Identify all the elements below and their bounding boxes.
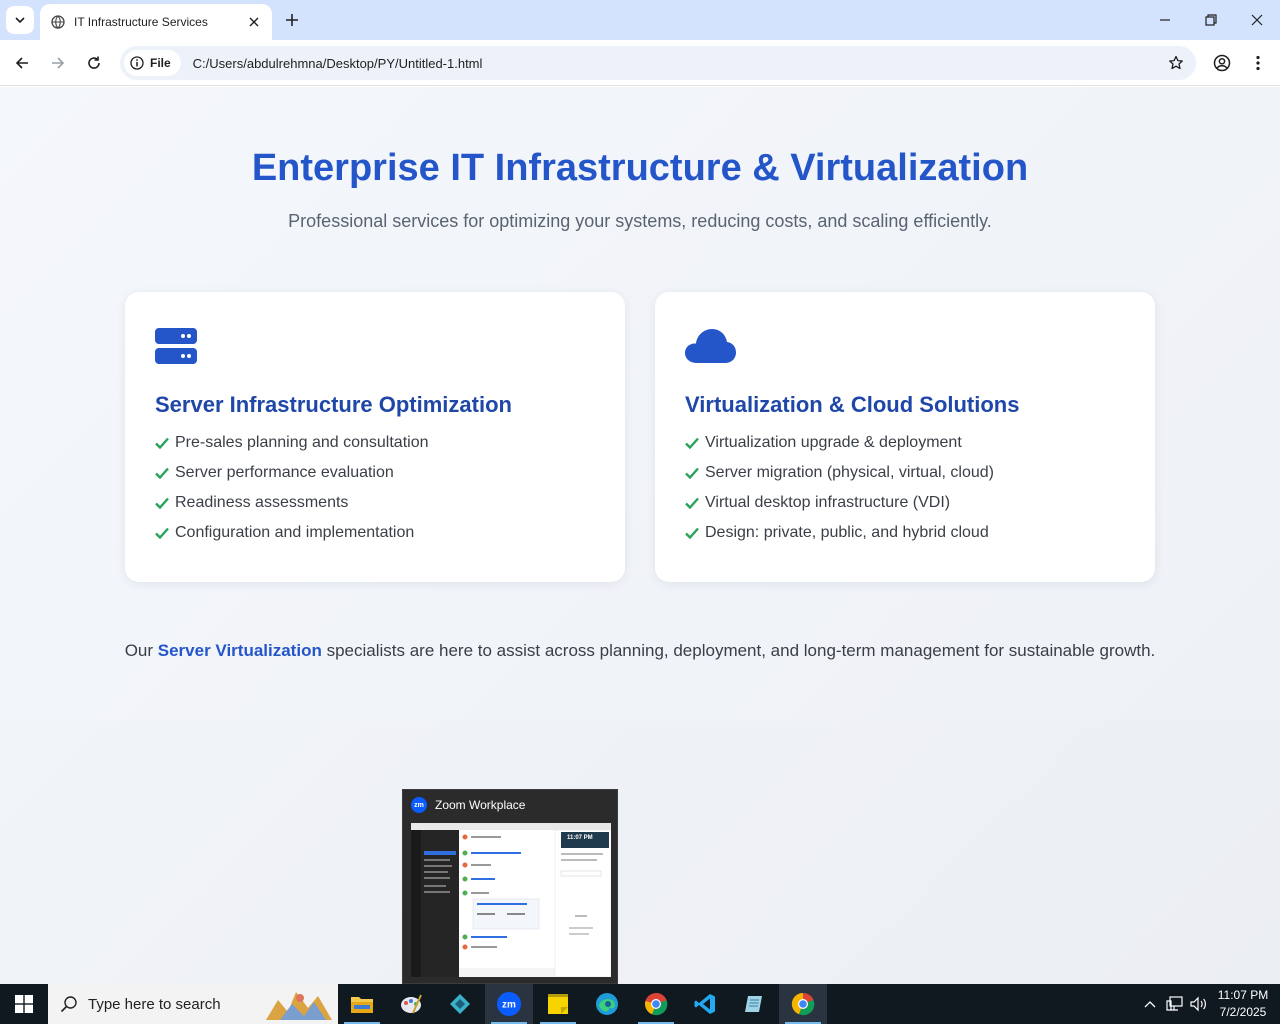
- checkmark-icon: [685, 436, 699, 450]
- feature-text: Virtualization upgrade & deployment: [705, 434, 962, 451]
- new-tab-plus-icon[interactable]: [280, 8, 304, 32]
- paint-app-icon[interactable]: [387, 984, 435, 1024]
- feature-item: Virtual desktop infrastructure (VDI): [685, 488, 1125, 518]
- page-content: Enterprise IT Infrastructure & Virtualiz…: [0, 87, 1280, 721]
- checkmark-icon: [155, 496, 169, 510]
- zoom-window-preview[interactable]: zm Zoom Workplace 11:07 PM: [402, 789, 618, 984]
- cloud-icon: [685, 328, 737, 368]
- search-highlight-illustration-icon: [266, 992, 332, 1020]
- feature-item: Design: private, public, and hybrid clou…: [685, 518, 1125, 548]
- tab-close-icon[interactable]: [246, 14, 262, 30]
- search-placeholder: Type here to search: [88, 995, 221, 1013]
- app-diamond-icon[interactable]: [436, 984, 484, 1024]
- bookmark-star-icon[interactable]: [1166, 53, 1186, 73]
- zoom-logo-icon: zm: [411, 797, 427, 813]
- vscode-icon[interactable]: [681, 984, 729, 1024]
- tab-search-button[interactable]: [6, 6, 34, 34]
- server-icon: [155, 328, 207, 368]
- feature-text: Server migration (physical, virtual, clo…: [705, 464, 994, 481]
- address-bar[interactable]: File C:/Users/abdulrehmna/Desktop/PY/Unt…: [120, 46, 1196, 80]
- back-arrow-icon[interactable]: [8, 49, 36, 77]
- footer-text: Our Server Virtualization specialists ar…: [0, 641, 1280, 661]
- site-chip-label: File: [150, 56, 171, 70]
- chrome-icon[interactable]: [632, 984, 680, 1024]
- feature-item: Server performance evaluation: [155, 458, 595, 488]
- card-server-infrastructure: Server Infrastructure Optimization Pre-s…: [125, 292, 625, 582]
- feature-item: Readiness assessments: [155, 488, 595, 518]
- card-title: Virtualization & Cloud Solutions: [685, 392, 1020, 417]
- feature-item: Configuration and implementation: [155, 518, 595, 548]
- tab-active[interactable]: IT Infrastructure Services: [40, 4, 272, 40]
- globe-icon: [50, 14, 66, 30]
- chrome-active-icon[interactable]: [779, 984, 827, 1024]
- checkmark-icon: [155, 466, 169, 480]
- card-virtualization-cloud: Virtualization & Cloud Solutions Virtual…: [655, 292, 1155, 582]
- minimize-icon[interactable]: [1142, 0, 1188, 40]
- chevron-down-icon: [15, 17, 25, 24]
- card-title: Server Infrastructure Optimization: [155, 392, 512, 417]
- feature-text: Server performance evaluation: [175, 464, 394, 481]
- checkmark-icon: [685, 526, 699, 540]
- feature-text: Pre-sales planning and consultation: [175, 434, 429, 451]
- tab-title: IT Infrastructure Services: [74, 15, 208, 29]
- edge-browser-icon[interactable]: [583, 984, 631, 1024]
- checkmark-icon: [685, 496, 699, 510]
- clock-time: 11:07 PM: [1217, 988, 1269, 1002]
- file-explorer-icon[interactable]: [338, 984, 386, 1024]
- svg-text:zm: zm: [502, 1000, 516, 1011]
- browser-tabstrip: IT Infrastructure Services: [0, 0, 1280, 40]
- hero-title: Enterprise IT Infrastructure & Virtualiz…: [251, 147, 1029, 189]
- page-background: [0, 721, 1280, 984]
- search-icon: [60, 996, 77, 1013]
- windows-start-icon[interactable]: [0, 984, 48, 1024]
- forward-arrow-icon[interactable]: [44, 49, 72, 77]
- footer-text-after: specialists are here to assist across pl…: [321, 641, 1156, 660]
- zoom-app-icon[interactable]: zm: [485, 984, 533, 1024]
- preview-clock: 11:07 PM: [567, 835, 593, 841]
- restore-icon[interactable]: [1188, 0, 1234, 40]
- site-info-chip[interactable]: File: [124, 50, 181, 76]
- checkmark-icon: [685, 466, 699, 480]
- checkmark-icon: [155, 436, 169, 450]
- sticky-notes-icon[interactable]: [534, 984, 582, 1024]
- feature-item: Virtualization upgrade & deployment: [685, 428, 1125, 458]
- volume-icon[interactable]: [1188, 984, 1210, 1024]
- browser-toolbar: File C:/Users/abdulrehmna/Desktop/PY/Unt…: [0, 40, 1280, 86]
- feature-text: Configuration and implementation: [175, 524, 415, 541]
- footer-text-before: Our: [124, 641, 158, 660]
- taskbar-search-input[interactable]: Type here to search: [48, 984, 338, 1024]
- close-window-icon[interactable]: [1234, 0, 1280, 40]
- notepad-icon[interactable]: [730, 984, 778, 1024]
- preview-title: Zoom Workplace: [435, 798, 526, 812]
- tray-chevron-up-icon[interactable]: [1140, 984, 1160, 1024]
- feature-text: Design: private, public, and hybrid clou…: [705, 524, 989, 541]
- url-text[interactable]: C:/Users/abdulrehmna/Desktop/PY/Untitled…: [193, 56, 483, 71]
- windows-taskbar: Type here to search zm 11:07 PM 7/2/2025: [0, 984, 1280, 1024]
- feature-item: Pre-sales planning and consultation: [155, 428, 595, 458]
- feature-item: Server migration (physical, virtual, clo…: [685, 458, 1125, 488]
- footer-highlight: Server Virtualization: [157, 641, 322, 660]
- feature-text: Readiness assessments: [175, 494, 349, 511]
- profile-icon[interactable]: [1208, 49, 1236, 77]
- info-icon: [130, 56, 144, 70]
- taskbar-clock[interactable]: 11:07 PM 7/2/2025: [1212, 987, 1274, 1021]
- clock-date: 7/2/2025: [1219, 1005, 1267, 1019]
- feature-text: Virtual desktop infrastructure (VDI): [705, 494, 951, 511]
- kebab-menu-icon[interactable]: [1244, 49, 1272, 77]
- network-icon[interactable]: [1164, 984, 1186, 1024]
- reload-icon[interactable]: [80, 49, 108, 77]
- hero-subtitle: Professional services for optimizing you…: [288, 211, 992, 231]
- preview-thumbnail[interactable]: 11:07 PM: [411, 823, 611, 977]
- checkmark-icon: [155, 526, 169, 540]
